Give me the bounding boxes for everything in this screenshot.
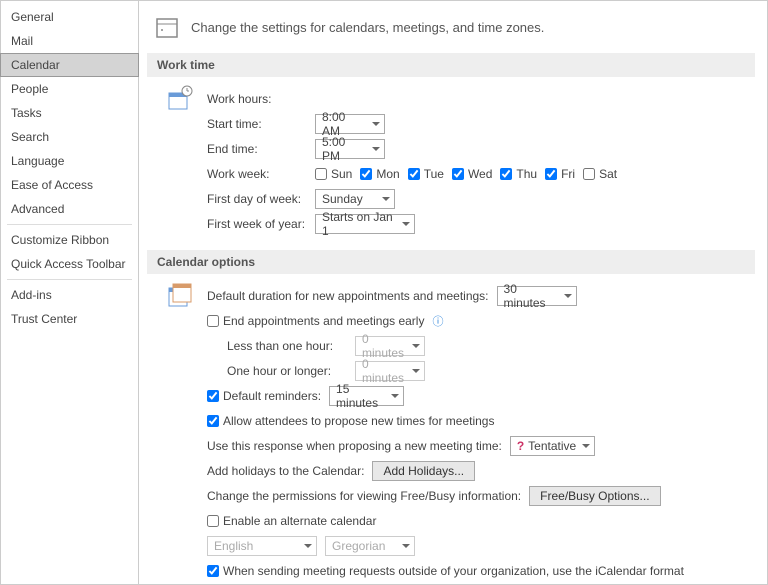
sidebar-item-general[interactable]: General [1,5,138,29]
work-week-label: Work week: [207,167,307,181]
hour-or-longer-label: One hour or longer: [227,364,347,378]
section-header-calendar-options: Calendar options [147,250,755,274]
sidebar-separator [7,279,132,280]
sidebar-item-calendar[interactable]: Calendar [0,53,139,77]
work-hours-label: Work hours: [207,92,271,106]
start-time-label: Start time: [207,117,307,131]
day-wed-checkbox[interactable]: Wed [452,167,492,181]
alt-calendar-checkbox[interactable]: Enable an alternate calendar [207,514,376,528]
sidebar-item-tasks[interactable]: Tasks [1,101,138,125]
end-time-dropdown[interactable]: 5:00 PM [315,139,385,159]
first-week-label: First week of year: [207,217,307,231]
default-reminders-dropdown[interactable]: 15 minutes [329,386,404,406]
section-header-work-time: Work time [147,53,755,77]
day-sat-checkbox[interactable]: Sat [583,167,617,181]
add-holidays-label: Add holidays to the Calendar: [207,464,364,478]
less-than-hour-label: Less than one hour: [227,339,347,353]
end-time-label: End time: [207,142,307,156]
sidebar-item-advanced[interactable]: Advanced [1,197,138,221]
day-sun-checkbox[interactable]: Sun [315,167,352,181]
propose-response-dropdown[interactable]: ?Tentative [510,436,595,456]
default-reminders-checkbox[interactable]: Default reminders: [207,389,321,403]
propose-response-label: Use this response when proposing a new m… [207,439,502,453]
freebusy-button[interactable]: Free/Busy Options... [529,486,660,506]
freebusy-label: Change the permissions for viewing Free/… [207,489,521,503]
calendar-options-icon [167,282,195,584]
allow-propose-checkbox[interactable]: Allow attendees to propose new times for… [207,414,494,428]
sidebar-item-trust-center[interactable]: Trust Center [1,307,138,331]
section-work-time: Work hours: Start time: 8:00 AM End time… [147,85,755,250]
alt-calendar-lang-dropdown[interactable]: English [207,536,317,556]
first-week-dropdown[interactable]: Starts on Jan 1 [315,214,415,234]
sidebar: General Mail Calendar People Tasks Searc… [1,1,139,584]
sidebar-item-language[interactable]: Language [1,149,138,173]
info-icon[interactable]: ⓘ [432,313,443,329]
sidebar-item-add-ins[interactable]: Add-ins [1,283,138,307]
first-day-label: First day of week: [207,192,307,206]
default-duration-dropdown[interactable]: 30 minutes [497,286,577,306]
day-fri-checkbox[interactable]: Fri [545,167,575,181]
default-duration-label: Default duration for new appointments an… [207,289,489,303]
tentative-icon: ? [517,439,524,453]
sidebar-item-ease-of-access[interactable]: Ease of Access [1,173,138,197]
hour-or-longer-dropdown[interactable]: 0 minutes [355,361,425,381]
first-day-dropdown[interactable]: Sunday [315,189,395,209]
ical-checkbox[interactable]: When sending meeting requests outside of… [207,564,684,578]
header-text: Change the settings for calendars, meeti… [191,20,544,35]
day-tue-checkbox[interactable]: Tue [408,167,444,181]
alt-calendar-type-dropdown[interactable]: Gregorian [325,536,415,556]
start-time-dropdown[interactable]: 8:00 AM [315,114,385,134]
page-header: Change the settings for calendars, meeti… [147,9,755,53]
section-calendar-options: Default duration for new appointments an… [147,282,755,584]
sidebar-separator [7,224,132,225]
end-early-checkbox[interactable]: End appointments and meetings early [207,314,424,328]
day-mon-checkbox[interactable]: Mon [360,167,399,181]
main-panel: Change the settings for calendars, meeti… [139,1,767,584]
sidebar-item-people[interactable]: People [1,77,138,101]
sidebar-item-mail[interactable]: Mail [1,29,138,53]
day-thu-checkbox[interactable]: Thu [500,167,537,181]
calendar-header-icon [155,15,179,39]
sidebar-item-quick-access-toolbar[interactable]: Quick Access Toolbar [1,252,138,276]
sidebar-item-customize-ribbon[interactable]: Customize Ribbon [1,228,138,252]
work-time-icon [167,85,195,238]
sidebar-item-search[interactable]: Search [1,125,138,149]
less-than-hour-dropdown[interactable]: 0 minutes [355,336,425,356]
add-holidays-button[interactable]: Add Holidays... [372,461,475,481]
